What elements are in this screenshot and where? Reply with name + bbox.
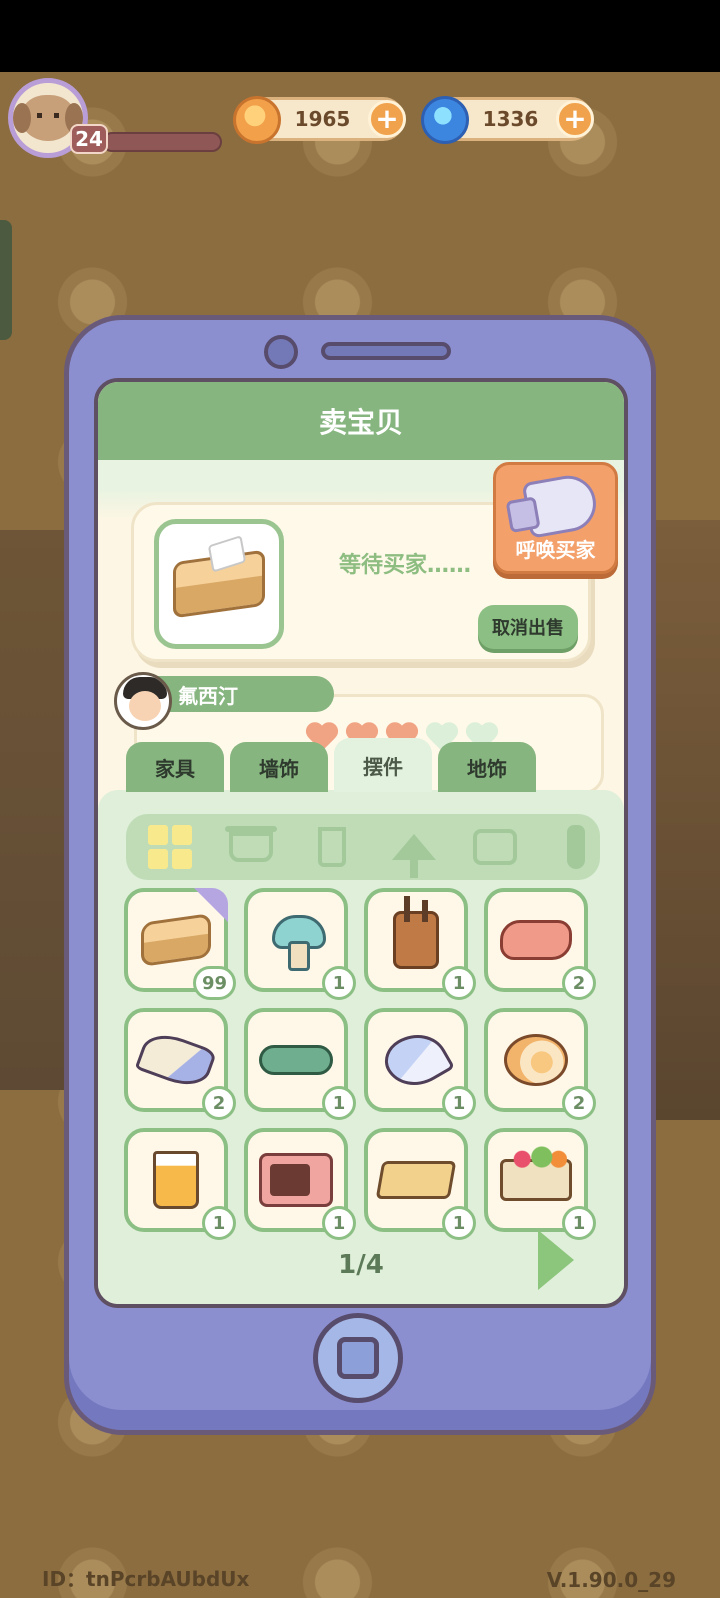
tab-ornaments[interactable]: 摆件 bbox=[334, 738, 432, 792]
item-count: 2 bbox=[562, 966, 596, 1000]
version-label: V.1.90.0_29 bbox=[546, 1568, 676, 1592]
coin-icon bbox=[233, 96, 281, 144]
tissue-box-icon bbox=[141, 913, 211, 967]
xp-bar bbox=[102, 132, 222, 152]
sell-screen: 卖宝贝 等待买家…… 取消出售 呼唤买家 氟西汀 家具 墙饰 摆件 地饰 99 … bbox=[94, 378, 628, 1308]
item-slot[interactable]: 1 bbox=[244, 1128, 356, 1240]
item-slot[interactable]: 2 bbox=[484, 1008, 596, 1120]
screen-title: 卖宝贝 bbox=[98, 382, 624, 460]
add-gems-button[interactable]: + bbox=[556, 100, 594, 138]
megaphone-icon bbox=[521, 471, 601, 539]
item-count: 1 bbox=[202, 1206, 236, 1240]
veggie-basket-icon bbox=[500, 1146, 572, 1201]
tab-wall-decor[interactable]: 墙饰 bbox=[230, 742, 328, 792]
lizard-icon bbox=[259, 1045, 333, 1075]
lamp-icon[interactable] bbox=[390, 823, 437, 878]
tab-furniture[interactable]: 家具 bbox=[126, 742, 224, 792]
item-slot[interactable]: 1 bbox=[484, 1128, 596, 1240]
pen-holder-icon bbox=[393, 896, 439, 969]
phone-camera bbox=[264, 335, 298, 369]
level-badge: 24 bbox=[70, 124, 108, 154]
item-slot[interactable]: 1 bbox=[364, 1008, 476, 1120]
item-count: 2 bbox=[562, 1086, 596, 1120]
gem-counter: 1336 + bbox=[421, 96, 594, 144]
item-count: 1 bbox=[442, 1086, 476, 1120]
dog-avatar-icon bbox=[13, 95, 83, 141]
item-count: 1 bbox=[442, 1206, 476, 1240]
cancel-sale-button[interactable]: 取消出售 bbox=[478, 605, 578, 649]
spiral-shell-icon bbox=[377, 1022, 455, 1098]
status-bar bbox=[0, 0, 720, 72]
tray-icon bbox=[375, 1161, 457, 1199]
item-count: 1 bbox=[322, 1086, 356, 1120]
add-coins-button[interactable]: + bbox=[368, 100, 406, 138]
inventory-panel: 99 1 1 2 2 1 1 2 1 1 1 1 1/4 bbox=[98, 790, 624, 1304]
microwave-icon bbox=[259, 1153, 333, 1207]
cup-icon[interactable] bbox=[309, 823, 356, 871]
item-slot[interactable]: 2 bbox=[124, 1008, 236, 1120]
item-slot[interactable]: 1 bbox=[364, 888, 476, 1000]
items-grid: 99 1 1 2 2 1 1 2 1 1 1 1 bbox=[124, 888, 596, 1240]
side-drawer-tab[interactable] bbox=[0, 220, 12, 340]
selling-item-slot[interactable] bbox=[154, 519, 284, 649]
meat-icon bbox=[500, 920, 572, 960]
buyer-name: 氟西汀 bbox=[154, 676, 334, 712]
call-buyer-label: 呼唤买家 bbox=[515, 538, 596, 562]
grid-all-icon[interactable] bbox=[146, 823, 193, 871]
drink-icon bbox=[153, 1151, 199, 1209]
nautilus-shell-icon bbox=[504, 1034, 568, 1086]
item-slot[interactable]: 2 bbox=[484, 888, 596, 1000]
item-count: 1 bbox=[322, 1206, 356, 1240]
player-id: ID：tnPcrbAUbdUx bbox=[42, 1567, 250, 1591]
item-slot[interactable]: 99 bbox=[124, 888, 236, 1000]
filter-bar bbox=[126, 814, 600, 880]
pillow-icon[interactable] bbox=[471, 823, 518, 871]
phone-speaker bbox=[321, 342, 451, 360]
coin-counter: 1965 + bbox=[233, 96, 406, 144]
square-icon bbox=[337, 1337, 379, 1379]
sale-status: 等待买家…… bbox=[339, 553, 472, 578]
pot-icon[interactable] bbox=[224, 823, 277, 871]
item-slot[interactable]: 1 bbox=[244, 1008, 356, 1120]
item-count: 1 bbox=[322, 966, 356, 1000]
phone-frame: 卖宝贝 等待买家…… 取消出售 呼唤买家 氟西汀 家具 墙饰 摆件 地饰 99 … bbox=[64, 315, 656, 1435]
call-buyer-button[interactable]: 呼唤买家 bbox=[493, 462, 618, 574]
swirl-gem-icon bbox=[421, 96, 469, 144]
item-slot[interactable]: 1 bbox=[364, 1128, 476, 1240]
tab-floor-decor[interactable]: 地饰 bbox=[438, 742, 536, 792]
mushroom-icon bbox=[270, 911, 326, 971]
category-tabs: 家具 墙饰 摆件 地饰 bbox=[126, 738, 536, 792]
item-slot[interactable]: 1 bbox=[244, 888, 356, 1000]
conch-shell-icon bbox=[134, 1027, 218, 1093]
vase-icon[interactable] bbox=[553, 823, 600, 871]
phone-home-button[interactable] bbox=[313, 1313, 403, 1403]
item-slot[interactable]: 1 bbox=[124, 1128, 236, 1240]
tissue-box-icon bbox=[173, 549, 265, 619]
item-count: 99 bbox=[192, 966, 236, 1000]
next-page-arrow-icon[interactable] bbox=[538, 1230, 574, 1290]
item-count: 1 bbox=[442, 966, 476, 1000]
buyer-avatar[interactable] bbox=[114, 672, 172, 730]
item-count: 2 bbox=[202, 1086, 236, 1120]
